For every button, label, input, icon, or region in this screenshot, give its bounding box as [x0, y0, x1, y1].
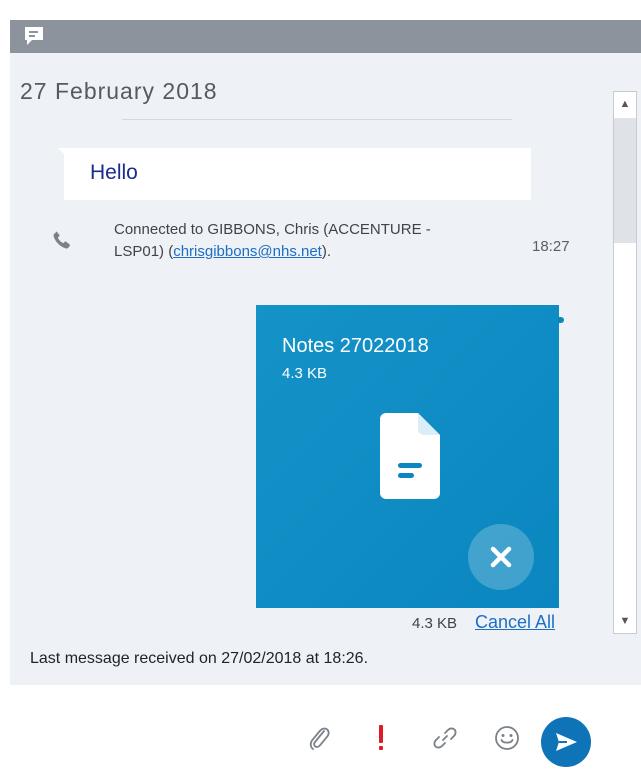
- send-button[interactable]: [541, 717, 591, 767]
- paperclip-icon: [309, 727, 330, 750]
- chat-window: 27 February 2018 Hello Connected to GIBB…: [0, 0, 641, 775]
- emoji-button[interactable]: [492, 723, 522, 753]
- scroll-up-button[interactable]: ▲: [614, 92, 636, 116]
- scroll-thumb[interactable]: [614, 118, 636, 243]
- message-time: 18:27: [532, 238, 570, 255]
- last-message-status: Last message received on 27/02/2018 at 1…: [30, 650, 369, 667]
- card-tail: [558, 317, 564, 323]
- vertical-scrollbar[interactable]: ▲ ▼: [613, 91, 637, 634]
- file-name: Notes 27022018: [282, 335, 429, 357]
- emoji-icon: [495, 726, 519, 750]
- message-input[interactable]: [20, 693, 604, 717]
- send-icon: [556, 733, 577, 751]
- attach-file-button[interactable]: [304, 723, 334, 753]
- importance-button[interactable]: [366, 723, 396, 753]
- email-link[interactable]: chrisgibbons@nhs.net: [173, 243, 322, 260]
- title-bar: [10, 20, 641, 53]
- connection-status: Connected to GIBBONS, Chris (ACCENTURE -…: [114, 219, 484, 263]
- scroll-down-button[interactable]: ▼: [614, 609, 636, 633]
- date-header: 27 February 2018: [20, 78, 218, 104]
- close-icon: [490, 546, 512, 568]
- message-bubble[interactable]: Hello: [58, 148, 531, 200]
- chat-icon[interactable]: [23, 25, 45, 47]
- file-transfer-card[interactable]: Notes 27022018 4.3 KB: [256, 305, 564, 608]
- cancel-transfer-button[interactable]: [468, 524, 534, 590]
- date-divider: [122, 119, 512, 120]
- phone-icon: [53, 231, 70, 249]
- conversation-area[interactable]: 27 February 2018 Hello Connected to GIBB…: [10, 53, 641, 685]
- compose-area: [10, 685, 641, 775]
- top-margin: [0, 0, 641, 20]
- exclamation-icon: [379, 725, 383, 750]
- insert-link-button[interactable]: [430, 723, 460, 753]
- message-text: Hello: [90, 161, 138, 184]
- total-size: 4.3 KB: [412, 615, 458, 632]
- cancel-all-link[interactable]: Cancel All: [475, 612, 555, 633]
- connection-suffix: ).: [321, 243, 332, 260]
- bubble-tail: [58, 148, 66, 156]
- file-size: 4.3 KB: [282, 365, 328, 382]
- link-icon: [433, 727, 457, 749]
- document-icon: [380, 413, 440, 499]
